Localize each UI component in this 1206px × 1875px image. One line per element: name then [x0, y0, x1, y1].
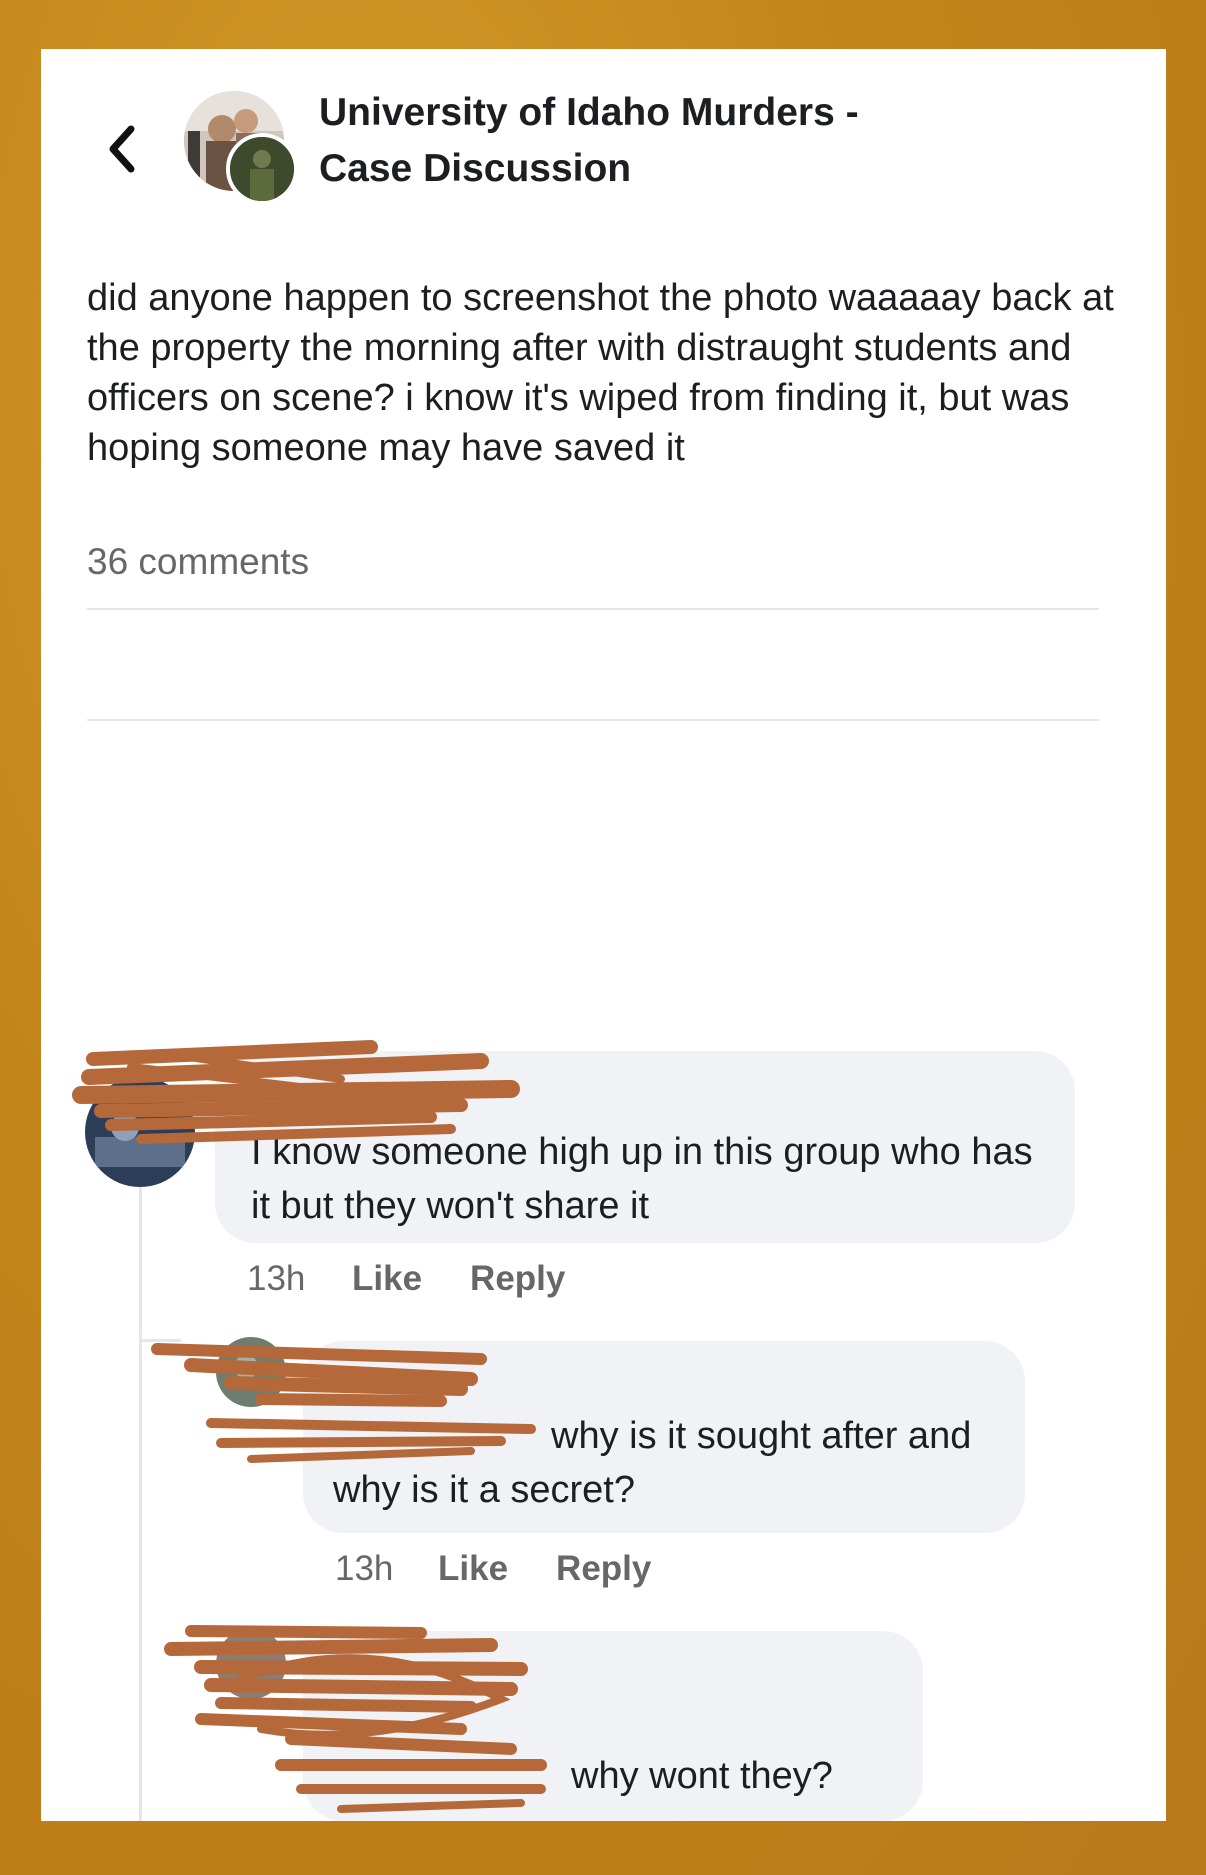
- thread-branch: [139, 1339, 181, 1342]
- group-title[interactable]: University of Idaho Murders - Case Discu…: [319, 85, 1019, 197]
- comment-bubble: I know someone high up in this group who…: [215, 1051, 1075, 1243]
- post-body: did anyone happen to screenshot the phot…: [87, 277, 1114, 469]
- like-button[interactable]: Like: [352, 1259, 422, 1299]
- comments-count[interactable]: 36 comments: [87, 541, 309, 583]
- chevron-left-icon: [109, 125, 135, 173]
- reply-bubble: why wont they?: [303, 1631, 923, 1821]
- group-header: University of Idaho Murders - Case Discu…: [41, 49, 1166, 209]
- back-button[interactable]: [96, 114, 146, 184]
- reply-text: why wont they?: [571, 1755, 833, 1797]
- group-title-line-1: University of Idaho Murders -: [319, 91, 859, 134]
- comment-actions: 13h Like Reply: [247, 1259, 613, 1299]
- reply-bubble: why is it sought after and why is it a s…: [303, 1341, 1025, 1533]
- like-button[interactable]: Like: [438, 1549, 508, 1589]
- reply-actions: 13h Like Reply: [335, 1549, 699, 1589]
- commenter-avatar[interactable]: [85, 1077, 195, 1187]
- reply-time: 13h: [335, 1549, 394, 1588]
- group-avatar[interactable]: [184, 91, 298, 205]
- commenter-avatar[interactable]: [216, 1337, 286, 1407]
- reply-text: why is it sought after and why is it a s…: [333, 1415, 972, 1511]
- thread-line: [139, 1109, 142, 1821]
- divider: [87, 608, 1099, 610]
- reply-button[interactable]: Reply: [556, 1549, 651, 1589]
- group-title-line-2: Case Discussion: [319, 147, 632, 190]
- screenshot-frame: University of Idaho Murders - Case Discu…: [41, 49, 1166, 1821]
- divider: [87, 719, 1099, 721]
- comment-time: 13h: [247, 1259, 306, 1298]
- user-avatar: [226, 133, 298, 205]
- comment-text: I know someone high up in this group who…: [251, 1131, 1033, 1227]
- commenter-avatar[interactable]: [216, 1629, 286, 1699]
- reply-button[interactable]: Reply: [470, 1259, 565, 1299]
